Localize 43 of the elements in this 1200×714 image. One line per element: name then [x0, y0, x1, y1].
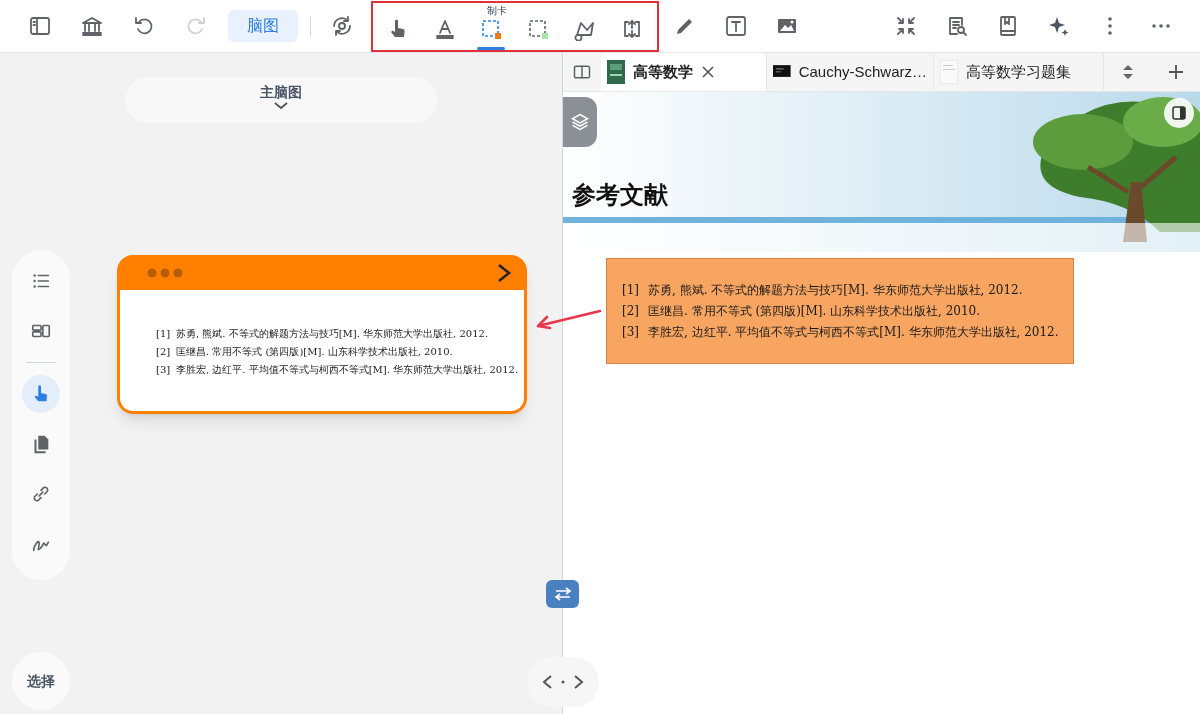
reference-text: 苏勇, 熊斌. 不等式的解题方法与技巧[M]. 华东师范大学出版社, 2012. [648, 282, 1023, 299]
card[interactable]: [1] 苏勇, 熊斌. 不等式的解题方法与技巧[M]. 华东师范大学出版社, 2012. [2] 匡继昌. 常用不等式 (第四版)[M]. 山东科学技术出版社, 2010. [3] 李胜宏, 边红平. 平均值不等式与柯西不等式[M]. 华东师范大学出版社, 2012. [117, 255, 527, 414]
section-heading: 参考文献 [572, 180, 668, 210]
close-icon[interactable] [701, 65, 715, 79]
reference-text: 李胜宏, 边红平. 平均值不等式与柯西不等式[M]. 华东师范大学出版社, 2012. [176, 363, 519, 377]
mindmap-title: 主脑图 [260, 83, 302, 101]
split-view-icon [572, 62, 592, 82]
sort-icon [1121, 64, 1135, 80]
text-box-icon [723, 14, 748, 38]
reference-number: [1] [622, 282, 640, 299]
more-vertical-icon [1106, 16, 1113, 36]
panel-icon [1171, 105, 1187, 121]
reference-text: 匡继昌. 常用不等式 (第四版)[M]. 山东科学技术出版社, 2010. [648, 303, 981, 320]
mindmap-title-button[interactable]: 主脑图 [125, 77, 437, 123]
prev-next-icon[interactable] [541, 672, 585, 692]
reference-text: 苏勇, 熊斌. 不等式的解题方法与技巧[M]. 华东师范大学出版社, 2012. [176, 327, 489, 341]
mode-button[interactable]: 脑图 [228, 10, 298, 42]
chevron-down-icon [273, 101, 289, 110]
more-horizontal-icon [1150, 23, 1171, 29]
pointer-hand-button[interactable] [22, 375, 60, 413]
reference-text: 李胜宏, 边红平. 平均值不等式与柯西不等式[M]. 华东师范大学出版社, 2012. [648, 324, 1059, 341]
chevron-right-icon[interactable] [496, 262, 512, 283]
bank-icon [80, 14, 104, 38]
selection-rect-icon [526, 17, 551, 41]
reference-text: 匡继昌. 常用不等式 (第四版)[M]. 山东科学技术出版社, 2010. [176, 345, 453, 359]
reference-number: [2] [622, 303, 640, 320]
layers-button[interactable] [563, 97, 597, 147]
reference-number: [3] [156, 363, 172, 377]
select-button[interactable]: 选择 [12, 652, 70, 710]
reference-number: [2] [156, 345, 172, 359]
reference-number: [3] [622, 324, 640, 341]
reference-number: [1] [156, 327, 172, 341]
dots-icon [147, 267, 183, 278]
document-tab[interactable]: Cauchy-Schwarz… [766, 53, 933, 91]
sidebar-icon [28, 14, 52, 38]
selection-rect-icon [479, 17, 504, 41]
swap-icon [552, 587, 573, 601]
layers-icon [570, 112, 590, 132]
plus-icon [1168, 64, 1184, 80]
document-tab[interactable]: 高等数学习题集 [933, 53, 1100, 91]
document-tab[interactable]: 高等数学 [601, 53, 766, 91]
swap-button[interactable] [546, 580, 579, 608]
tool-group-label: 制卡 [486, 4, 507, 16]
